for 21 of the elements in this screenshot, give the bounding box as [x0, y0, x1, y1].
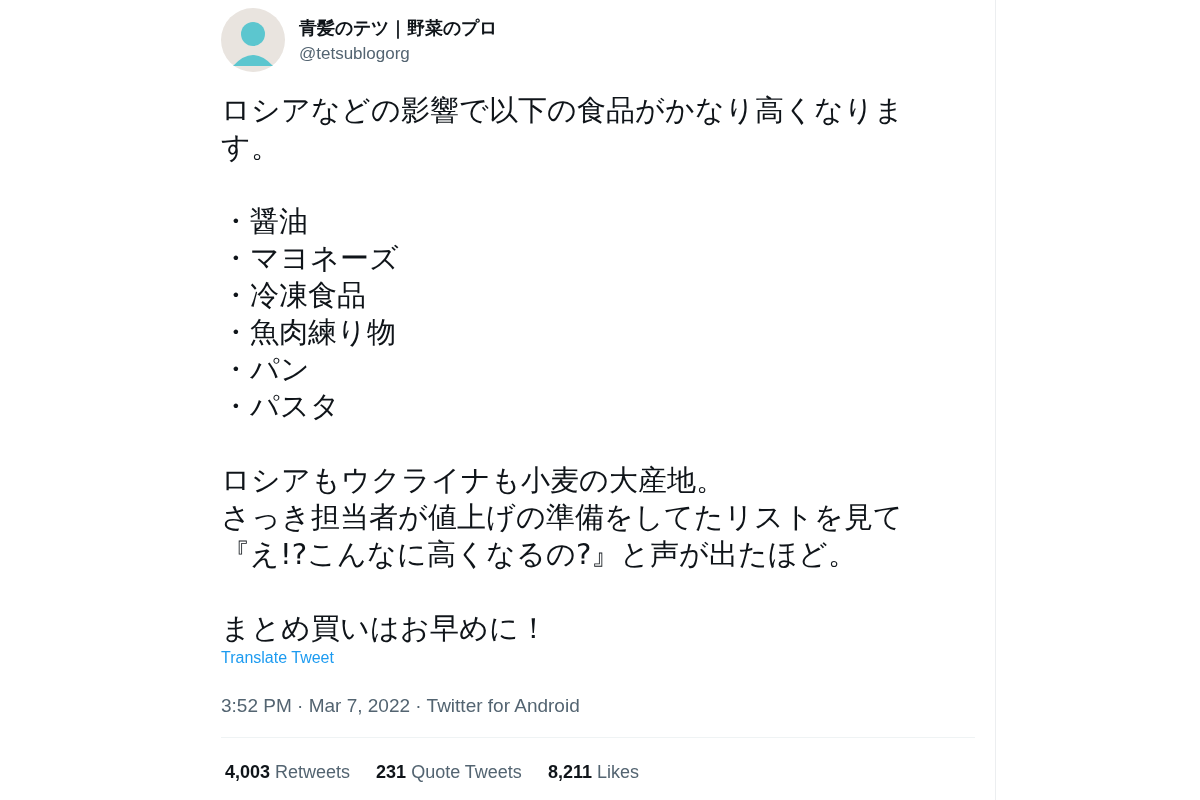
- tweet-text: まとめ買いはお早めに！: [221, 610, 549, 647]
- tweet-timestamp: 3:52 PM · Mar 7, 2022 · Twitter for Android: [221, 695, 580, 717]
- tweet-text-line: ロシアもウクライナも小麦の大産地。: [221, 462, 725, 499]
- author-handle[interactable]: @tetsublogorg: [299, 44, 497, 64]
- stat-label[interactable]: Quote Tweets: [411, 762, 522, 783]
- list-item: ・パスタ: [221, 388, 340, 425]
- tweet-text-line: 『え!?こんなに高くなるの?』と声が出たほど。: [221, 536, 858, 573]
- list-item: ・醤油: [221, 203, 308, 240]
- list-item: ・冷凍食品: [221, 277, 366, 314]
- tweet-text-line: さっき担当者が値上げの準備をしてたリストを見て: [221, 499, 903, 536]
- author-name[interactable]: 青髪のテツ｜野菜のプロ: [299, 16, 497, 40]
- stat-count[interactable]: 8,211: [547, 762, 592, 783]
- avatar-icon[interactable]: [221, 8, 285, 72]
- stat-count[interactable]: 4,003: [225, 762, 271, 783]
- list-item: ・マヨネーズ: [221, 240, 399, 277]
- list-item: ・パン: [221, 351, 310, 388]
- stat-count[interactable]: 231: [376, 762, 407, 783]
- stat-label[interactable]: Likes: [596, 762, 639, 783]
- list-item: ・魚肉練り物: [221, 314, 396, 351]
- stat-label[interactable]: Retweets: [275, 762, 351, 783]
- tweet-text: ロシアなどの影響で以下の食品がかなり高くなります。: [221, 92, 905, 166]
